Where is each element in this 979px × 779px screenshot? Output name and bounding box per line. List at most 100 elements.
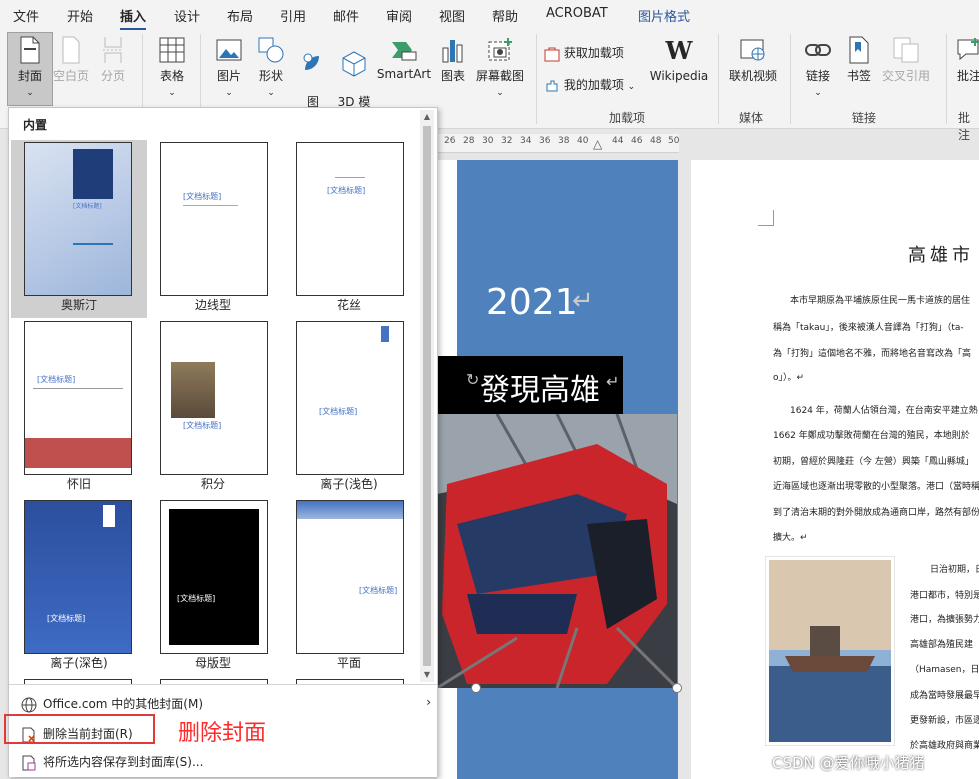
cover-button[interactable]: 封面 ⌄ — [10, 36, 50, 98]
cover-thumb-flat[interactable]: [文档标题] — [296, 500, 404, 654]
body-line[interactable]: 到了清治末期的對外開放成為通商口岸，路然有部份 — [773, 505, 979, 518]
body-line[interactable]: 高雄部為殖民建 — [910, 637, 973, 650]
scroll-up-icon[interactable]: ▲ — [420, 110, 434, 124]
menu-bar: 文件 开始 插入 设计 布局 引用 邮件 审阅 视图 帮助 ACROBAT 图片… — [0, 0, 979, 31]
body-line[interactable]: 近海區域也逐漸出現零散的小型聚落。港口（當時稱 — [773, 479, 979, 492]
shapes-button[interactable]: 形状 ⌄ — [252, 36, 290, 98]
my-addins-button[interactable]: 我的加载项 ⌄ — [544, 76, 635, 94]
wikipedia-button[interactable]: W Wikipedia — [648, 36, 710, 83]
online-video-button[interactable]: 联机视频 — [726, 36, 780, 84]
cover-label: 封面 — [17, 69, 42, 83]
cover-name-ion-light: 离子(浅色) — [320, 477, 378, 491]
cross-reference-button[interactable]: 交叉引用 — [878, 36, 934, 84]
cross-reference-label: 交叉引用 — [881, 69, 930, 83]
cover-thumb-sideline[interactable]: [文档标题] — [160, 142, 268, 296]
globe-icon — [21, 697, 37, 712]
blank-page-button[interactable]: 空白页 — [52, 36, 90, 84]
cover-thumb-ion-dark[interactable]: [文档标题] — [24, 500, 132, 654]
body-line[interactable]: 港口，為擴張勢力 — [910, 612, 979, 625]
body-line[interactable]: 1662 年鄭成功擊敗荷蘭在台灣的殖民，本地則於 — [773, 428, 970, 441]
cover-name-filigree: 花丝 — [336, 298, 361, 312]
horizontal-ruler[interactable]: 26 28 30 32 34 36 38 40 △ 44 46 48 50 — [437, 134, 679, 153]
cover-thumb-master[interactable]: [文档标题] — [160, 500, 268, 654]
body-line[interactable]: 日治初期，日 — [930, 562, 979, 575]
tab-file[interactable]: 文件 — [13, 6, 39, 25]
body-line[interactable]: 初期，曾經於興隆莊（今 左營）興築「鳳山縣城」 — [773, 454, 974, 467]
save-to-gallery-menu-item[interactable]: 将所选内容保存到封面库(S)... — [21, 753, 203, 771]
picture-button[interactable]: 图片 ⌄ — [210, 36, 248, 98]
body-line[interactable]: 成為當時發展最早 — [910, 688, 979, 701]
gallery-heading: 内置 — [23, 118, 48, 132]
cover-title[interactable]: 發現高雄 — [480, 365, 600, 409]
cover-thumb-filigree[interactable]: [文档标题] — [296, 142, 404, 296]
cover-year[interactable]: 2021 — [486, 282, 578, 323]
cover-page-icon — [20, 36, 40, 64]
rotate-handle-icon[interactable]: ↻ — [466, 370, 479, 389]
tab-insert[interactable]: 插入 — [120, 6, 147, 31]
cover-thumb-integral[interactable]: [文档标题] — [160, 321, 268, 475]
cover-name-sideline: 边线型 — [194, 298, 231, 312]
link-button[interactable]: 链接 ⌄ — [800, 36, 836, 98]
tab-layout[interactable]: 布局 — [227, 6, 253, 25]
body-line[interactable]: 為「打狗」這個地名不雅，而將地名音寫改為「高 — [773, 346, 971, 359]
harbor-photo[interactable] — [765, 556, 895, 746]
body-line[interactable]: o」）。↵ — [773, 370, 804, 383]
page-break-button[interactable]: 分页 — [94, 36, 132, 84]
gallery-scrollbar[interactable]: ▲ ▼ — [420, 110, 434, 682]
group-label-media: 媒体 — [739, 111, 764, 125]
indent-marker-icon[interactable]: △ — [593, 137, 602, 151]
body-line[interactable]: 擴大。↵ — [773, 530, 808, 543]
page-break-icon — [103, 37, 123, 63]
cube-icon — [342, 51, 366, 77]
ruler-tick: 26 — [444, 136, 456, 146]
ruler-tick: 40 — [577, 136, 589, 146]
body-line[interactable]: 稱為「takau」，後來被漢人音譯為「打狗」（ta- — [773, 320, 964, 333]
tab-mailings[interactable]: 邮件 — [333, 6, 359, 25]
body-line[interactable]: 更發新設，市區逐 — [910, 713, 979, 726]
highlight-box — [4, 714, 155, 744]
chevron-down-icon: ⌄ — [267, 88, 275, 98]
tab-design[interactable]: 设计 — [174, 6, 200, 25]
resize-handle[interactable] — [471, 683, 481, 693]
ruler-tick: 50 — [668, 136, 680, 146]
scroll-down-icon[interactable]: ▼ — [420, 668, 434, 682]
more-covers-menu-item[interactable]: Office.com 中的其他封面(M) › — [21, 695, 431, 713]
shapes-label: 形状 — [258, 69, 283, 83]
tab-home[interactable]: 开始 — [67, 6, 93, 25]
body-line[interactable]: 1624 年，荷蘭人佔領台灣，在台南安平建立熱 — [790, 403, 978, 416]
online-video-label: 联机视频 — [728, 69, 777, 83]
tab-picture-format[interactable]: 图片格式 — [638, 6, 690, 25]
chart-button[interactable]: 图表 — [436, 36, 470, 84]
paragraph-mark-icon: ↵ — [606, 372, 620, 391]
tab-review[interactable]: 审阅 — [386, 6, 412, 25]
my-addins-label: 我的加载项 — [563, 78, 624, 92]
tab-references[interactable]: 引用 — [280, 6, 306, 25]
bookmark-label: 书签 — [846, 69, 871, 83]
bookmark-button[interactable]: 书签 — [842, 36, 876, 84]
train-photo[interactable] — [437, 414, 677, 688]
table-button[interactable]: 表格 ⌄ — [152, 36, 192, 98]
cover-thumb-austin[interactable]: [文档标题] — [24, 142, 132, 296]
page-heading[interactable]: 高雄市 — [908, 241, 974, 267]
tab-help[interactable]: 帮助 — [492, 6, 518, 25]
cover-name-flat: 平面 — [336, 656, 361, 670]
body-line[interactable]: 於高雄政府與商業 — [910, 738, 979, 751]
resize-handle[interactable] — [672, 683, 682, 693]
tab-acrobat[interactable]: ACROBAT — [546, 6, 608, 21]
smartart-button[interactable]: SmartArt — [376, 36, 432, 81]
get-addins-button[interactable]: 获取加载项 — [544, 44, 624, 62]
smartart-label: SmartArt — [376, 67, 432, 81]
cover-thumb-retro[interactable]: [文档标题] — [24, 321, 132, 475]
scrollbar-thumb[interactable] — [423, 126, 431, 666]
comment-label: 批注 — [956, 69, 979, 83]
addins-icon — [546, 80, 558, 91]
comment-button[interactable]: 批注 — [952, 36, 979, 84]
body-line[interactable]: 本市早期原為平埔族原住民一馬卡道族的居住 — [790, 293, 970, 306]
chevron-down-icon: ⌄ — [168, 88, 176, 98]
chevron-right-icon: › — [426, 695, 431, 709]
cover-thumb-ion-light[interactable]: [文档标题] — [296, 321, 404, 475]
body-line[interactable]: （Hamasen，日 — [910, 662, 979, 675]
screenshot-button[interactable]: 屏幕截图 ⌄ — [472, 36, 528, 98]
tab-view[interactable]: 视图 — [439, 6, 465, 25]
body-line[interactable]: 港口都市，特別是 — [910, 588, 979, 601]
